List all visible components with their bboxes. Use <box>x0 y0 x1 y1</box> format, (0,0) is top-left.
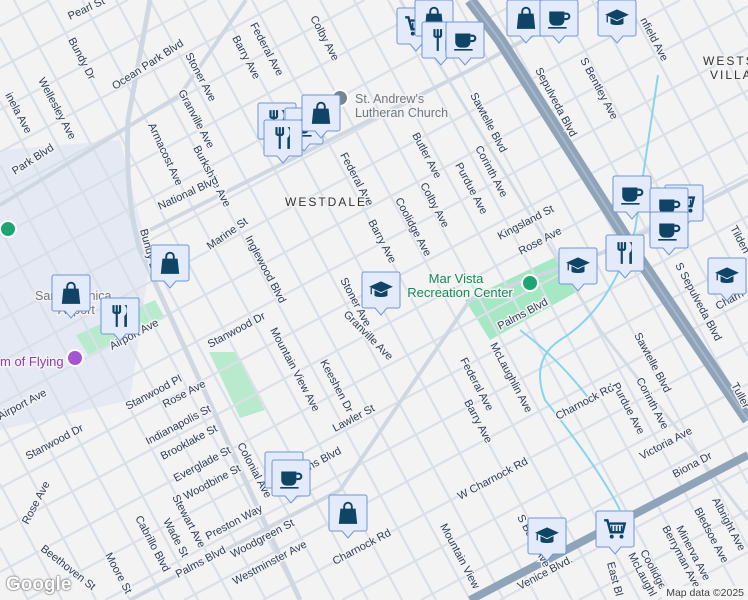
street <box>149 0 471 600</box>
map-attribution[interactable]: Map data ©2025 <box>662 586 748 600</box>
street-label: Tilden <box>727 224 748 256</box>
street-label: Bundy Dr <box>65 36 97 82</box>
street-label: Pearl St <box>66 0 107 23</box>
street <box>727 0 748 39</box>
street-label: Coolidge Ave <box>392 196 433 259</box>
neighborhood-westside-village-1: WESTS <box>703 54 748 68</box>
school-marker[interactable] <box>597 0 637 44</box>
street <box>0 0 287 153</box>
church-label-line2[interactable]: Lutheran Church <box>354 105 450 122</box>
park-label-line1[interactable]: Mar Vista <box>427 270 485 288</box>
museum-pin-icon[interactable] <box>66 349 84 367</box>
street-label: Barry Ave <box>365 218 398 266</box>
shopping-bag-marker[interactable] <box>506 0 546 44</box>
street-label: W Charnock Rd <box>456 456 530 503</box>
cafe-marker[interactable] <box>612 175 652 220</box>
shopping-cart-marker[interactable] <box>595 510 635 555</box>
park-pin-icon[interactable] <box>0 220 17 238</box>
street-label: Butler Ave <box>409 131 443 181</box>
museum-label[interactable]: m of Flying <box>0 353 65 371</box>
neighborhood-westside-village-2: VILLA <box>710 68 748 82</box>
google-logo: Google <box>6 574 72 595</box>
shopping-bag-marker[interactable] <box>328 494 368 539</box>
street-label: Colby Ave <box>417 181 451 230</box>
church-label-line1[interactable]: St. Andrew's <box>354 91 426 108</box>
cafe-marker[interactable] <box>539 0 579 44</box>
cafe-marker[interactable] <box>445 21 485 66</box>
school-marker[interactable] <box>361 271 401 316</box>
street <box>693 0 748 102</box>
street <box>353 0 675 600</box>
park-label-line2[interactable]: Recreation Center <box>406 284 515 302</box>
neighborhood-westdale: WESTDALE <box>285 195 367 209</box>
street-label: Moore St <box>102 551 134 596</box>
map-canvas[interactable]: Pearl StBundy DrWellesley Aveinela AveOc… <box>0 0 748 600</box>
street <box>0 0 50 27</box>
restaurant-marker[interactable] <box>605 234 645 279</box>
park-pin-icon[interactable] <box>521 274 539 292</box>
street-label: Marine St <box>205 216 250 253</box>
